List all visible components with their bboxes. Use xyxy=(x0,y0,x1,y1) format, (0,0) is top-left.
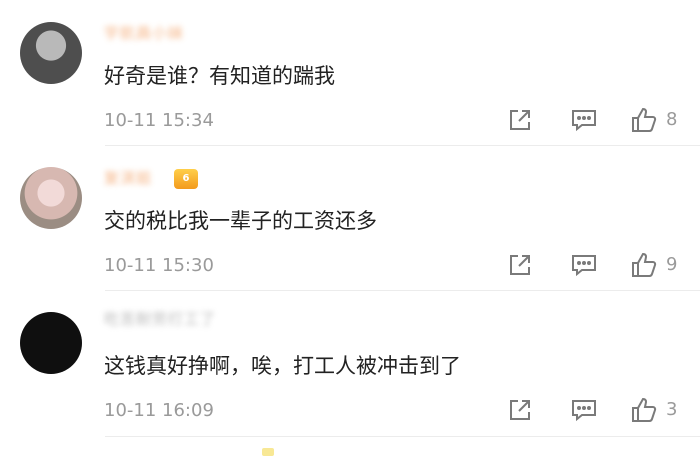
like-count: 9 xyxy=(666,254,678,275)
badge-fragment xyxy=(262,448,274,456)
like-count: 8 xyxy=(666,109,678,130)
share-icon[interactable] xyxy=(506,106,534,134)
user-badge-icon: 6 xyxy=(174,169,198,189)
username[interactable]: 宇航員小妹 xyxy=(104,22,184,44)
reply-icon[interactable] xyxy=(570,106,598,134)
like-count: 3 xyxy=(666,399,678,420)
username[interactable]: 吃苦耐劳打工了 xyxy=(104,308,216,330)
share-icon[interactable] xyxy=(506,396,534,424)
comment-text: 交的税比我一辈子的工资还多 xyxy=(104,209,377,233)
avatar[interactable] xyxy=(20,167,82,229)
avatar[interactable] xyxy=(20,22,82,84)
thumbs-up-icon[interactable] xyxy=(630,106,658,134)
comment-text: 这钱真好挣啊，唉，打工人被冲击到了 xyxy=(104,354,461,378)
reply-icon[interactable] xyxy=(570,251,598,279)
divider xyxy=(105,290,700,291)
divider xyxy=(105,145,700,146)
thumbs-up-icon[interactable] xyxy=(630,396,658,424)
thumbs-up-icon[interactable] xyxy=(630,251,658,279)
comment-timestamp: 10-11 15:34 xyxy=(104,110,214,131)
username[interactable]: 复淇姐 xyxy=(104,167,152,189)
comment-timestamp: 10-11 15:30 xyxy=(104,255,214,276)
comment-item: 宇航員小妹 好奇是谁？有知道的踹我 10-11 15:34 8 xyxy=(0,0,700,145)
comment-text: 好奇是谁？有知道的踹我 xyxy=(104,64,335,88)
divider xyxy=(105,436,700,437)
next-comment-partial xyxy=(0,436,700,456)
share-icon[interactable] xyxy=(506,251,534,279)
comment-item: 吃苦耐劳打工了 这钱真好挣啊，唉，打工人被冲击到了 10-11 16:09 3 xyxy=(0,290,700,435)
avatar[interactable] xyxy=(20,312,82,374)
comment-item: 复淇姐 6 交的税比我一辈子的工资还多 10-11 15:30 9 xyxy=(0,145,700,290)
reply-icon[interactable] xyxy=(570,396,598,424)
comment-timestamp: 10-11 16:09 xyxy=(104,400,214,421)
